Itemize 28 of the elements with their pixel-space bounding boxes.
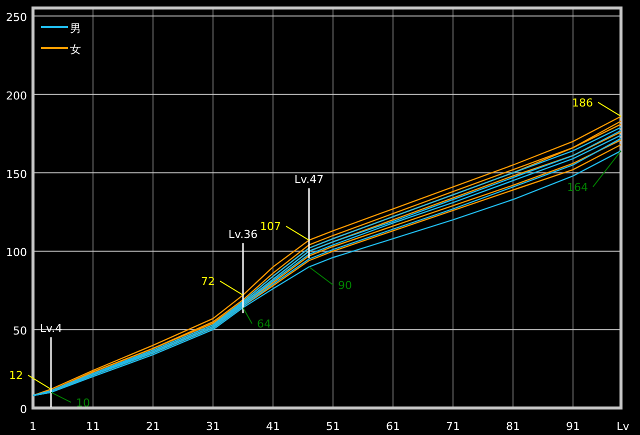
value-label: 107: [260, 220, 281, 234]
value-label: 12: [9, 369, 23, 382]
legend-label: 男: [70, 22, 81, 35]
value-label: 90: [338, 278, 352, 292]
x-tick-label: 61: [386, 420, 400, 433]
value-label: 72: [201, 275, 215, 288]
x-tick-label: 21: [146, 420, 160, 433]
legend-label: 女: [70, 43, 81, 56]
x-tick-label: 81: [506, 420, 520, 433]
y-tick-label: 200: [6, 89, 27, 102]
x-axis-label: Lv: [616, 420, 630, 433]
value-label: 186: [572, 96, 593, 110]
x-tick-label: 31: [206, 420, 220, 433]
x-tick-label: 71: [446, 420, 460, 433]
y-tick-label: 150: [6, 168, 27, 181]
value-label: 64: [257, 318, 271, 331]
y-tick-label: 0: [20, 403, 27, 416]
level-label: Lv.36: [228, 228, 258, 242]
level-label: Lv.47: [294, 173, 324, 186]
y-tick-label: 250: [6, 11, 27, 24]
x-tick-label: 11: [86, 420, 100, 433]
value-label: 10: [76, 396, 90, 410]
x-tick-label: 51: [326, 420, 340, 433]
x-tick-label: 1: [30, 420, 36, 433]
x-tick-label: 41: [266, 420, 280, 433]
x-tick-label: 91: [566, 420, 580, 433]
y-tick-label: 100: [6, 246, 27, 260]
y-tick-label: 50: [13, 324, 27, 338]
